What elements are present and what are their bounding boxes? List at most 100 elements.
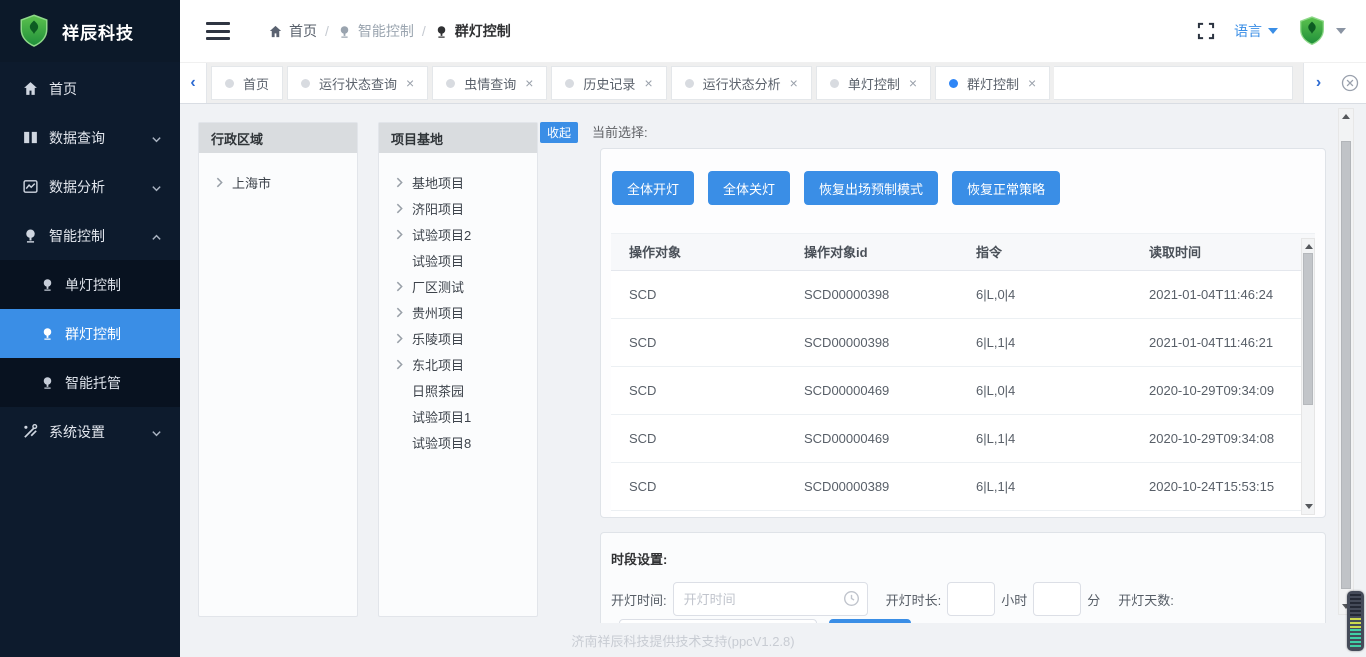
chevron-up-icon: [151, 230, 162, 241]
tree-item-label: 试验项目1: [412, 407, 471, 426]
expand-arrow-icon[interactable]: [393, 358, 406, 371]
page-scrollbar[interactable]: [1338, 108, 1354, 615]
scroll-down-arrow-icon[interactable]: [1305, 504, 1313, 509]
expand-arrow-icon[interactable]: [393, 176, 406, 189]
duration-hours-input[interactable]: [947, 582, 995, 616]
scrollbar-thumb[interactable]: [1341, 141, 1351, 589]
tree-item[interactable]: 试验项目1: [379, 403, 537, 429]
tree-item[interactable]: 日照茶园: [379, 377, 537, 403]
tab-dot-icon: [949, 79, 958, 88]
close-icon[interactable]: ×: [909, 76, 917, 90]
table-row[interactable]: SCD SCD00000398 6|L,0|4 2021-01-04T11:46…: [611, 270, 1315, 318]
sidebar-item-group-lamp-control[interactable]: 群灯控制: [0, 309, 180, 358]
sidebar-item-smart-control[interactable]: 智能控制: [0, 211, 180, 260]
tree-item[interactable]: 东北项目: [379, 351, 537, 377]
lamp-icon: [434, 24, 449, 39]
expand-arrow-icon[interactable]: [393, 332, 406, 345]
table-row[interactable]: SCD SCD00000389 6|L,1|4 2020-10-24T15:53…: [611, 462, 1315, 510]
avatar: [1296, 15, 1328, 47]
duration-minutes-input[interactable]: [1033, 582, 1081, 616]
main-area: 首页 / 智能控制 / 群灯控制: [180, 0, 1366, 657]
close-icon[interactable]: ×: [1028, 76, 1036, 90]
current-selection-label: 当前选择:: [592, 122, 1328, 140]
close-all-tabs-button[interactable]: [1333, 63, 1366, 103]
brand-title: 祥辰科技: [62, 19, 134, 44]
restore-factory-preset-button[interactable]: 恢复出场预制模式: [804, 171, 938, 205]
book-icon: [22, 129, 39, 146]
tree-item-shanghai[interactable]: 上海市: [199, 169, 357, 195]
breadcrumb-item-home[interactable]: 首页: [268, 21, 317, 41]
lamp-icon: [40, 277, 55, 292]
language-dropdown[interactable]: 语言: [1234, 21, 1278, 41]
on-time-input[interactable]: [673, 582, 868, 616]
scroll-up-arrow-icon[interactable]: [1342, 114, 1350, 119]
all-lights-off-button[interactable]: 全体关灯: [708, 171, 790, 205]
sidebar-item-system-settings[interactable]: 系统设置: [0, 407, 180, 456]
tab-running-status-analysis[interactable]: 运行状态分析 ×: [671, 66, 812, 100]
collapse-panel-button[interactable]: 收起: [540, 122, 578, 143]
sidebar-item-data-analysis[interactable]: 数据分析: [0, 162, 180, 211]
tree-item[interactable]: 乐陵项目: [379, 325, 537, 351]
tab-label: 首页: [243, 74, 269, 93]
menu-toggle-icon[interactable]: [206, 22, 230, 40]
top-header: 首页 / 智能控制 / 群灯控制: [180, 0, 1366, 63]
tree-item[interactable]: 厂区测试: [379, 273, 537, 299]
sidebar-item-label: 群灯控制: [65, 324, 121, 344]
tree-item[interactable]: 基地项目: [379, 169, 537, 195]
tabs-scroll-left-button[interactable]: ‹: [180, 63, 207, 103]
table-scrollbar[interactable]: [1301, 238, 1315, 515]
sidebar-item-smart-hosting[interactable]: 智能托管: [0, 358, 180, 407]
restore-normal-strategy-button[interactable]: 恢复正常策略: [952, 171, 1060, 205]
expand-arrow-icon[interactable]: [393, 280, 406, 293]
sidebar-item-home[interactable]: 首页: [0, 64, 180, 113]
tab-pest-query[interactable]: 虫情查询 ×: [432, 66, 547, 100]
page-footer: 济南祥辰科技提供技术支持(ppcV1.2.8): [180, 623, 1366, 657]
close-icon[interactable]: ×: [790, 76, 798, 90]
expand-arrow-icon[interactable]: [393, 202, 406, 215]
fullscreen-icon[interactable]: [1196, 21, 1216, 41]
tree-item-label: 贵州项目: [412, 303, 464, 322]
home-icon: [22, 80, 39, 97]
screen-indicator-widget: [1347, 591, 1364, 651]
breadcrumb-item-smart-control[interactable]: 智能控制: [337, 21, 414, 41]
tab-label: 历史记录: [583, 74, 635, 93]
expand-arrow-icon[interactable]: [393, 306, 406, 319]
tree-item[interactable]: 试验项目8: [379, 429, 537, 455]
close-icon[interactable]: ×: [525, 76, 533, 90]
tree-item[interactable]: 济阳项目: [379, 195, 537, 221]
tree-item[interactable]: 试验项目: [379, 247, 537, 273]
cell-object: SCD: [611, 462, 804, 510]
table-row[interactable]: SCD SCD00000469 6|L,0|4 2020-10-29T09:34…: [611, 366, 1315, 414]
tree-item[interactable]: 贵州项目: [379, 299, 537, 325]
tab-history[interactable]: 历史记录 ×: [551, 66, 666, 100]
schedule-title: 时段设置:: [611, 549, 1325, 568]
sidebar-item-label: 数据分析: [49, 177, 105, 197]
cell-object-id: SCD00000389: [804, 462, 976, 510]
tree-item-label: 东北项目: [412, 355, 464, 374]
schedule-extra-input[interactable]: [619, 619, 817, 623]
chevron-down-icon: [151, 132, 162, 143]
chevron-down-icon: [1336, 28, 1346, 34]
table-row[interactable]: SCD SCD00000469 6|L,1|4 2020-10-29T09:34…: [611, 414, 1315, 462]
close-icon[interactable]: ×: [644, 76, 652, 90]
sidebar-item-label: 系统设置: [49, 422, 105, 442]
table-row[interactable]: SCD SCD00000398 6|L,1|4 2021-01-04T11:46…: [611, 318, 1315, 366]
scrollbar-thumb[interactable]: [1303, 253, 1313, 405]
tree-item[interactable]: 试验项目2: [379, 221, 537, 247]
all-lights-on-button[interactable]: 全体开灯: [612, 171, 694, 205]
tab-running-status-query[interactable]: 运行状态查询 ×: [287, 66, 428, 100]
cell-read-time: 2021-01-04T11:46:24: [1149, 270, 1315, 318]
tabs-scroll-right-button[interactable]: ›: [1303, 63, 1333, 103]
close-icon[interactable]: ×: [406, 76, 414, 90]
sidebar-item-single-lamp-control[interactable]: 单灯控制: [0, 260, 180, 309]
scroll-up-arrow-icon[interactable]: [1305, 244, 1313, 249]
user-avatar-dropdown[interactable]: [1296, 15, 1346, 47]
tab-home[interactable]: 首页: [211, 66, 283, 100]
schedule-confirm-button[interactable]: [829, 619, 911, 623]
sidebar-item-data-query[interactable]: 数据查询: [0, 113, 180, 162]
expand-arrow-icon[interactable]: [393, 228, 406, 241]
expand-arrow-icon[interactable]: [213, 176, 226, 189]
tab-group-lamp-control[interactable]: 群灯控制 ×: [935, 66, 1050, 100]
cell-object: SCD: [611, 366, 804, 414]
tab-single-lamp-control[interactable]: 单灯控制 ×: [816, 66, 931, 100]
